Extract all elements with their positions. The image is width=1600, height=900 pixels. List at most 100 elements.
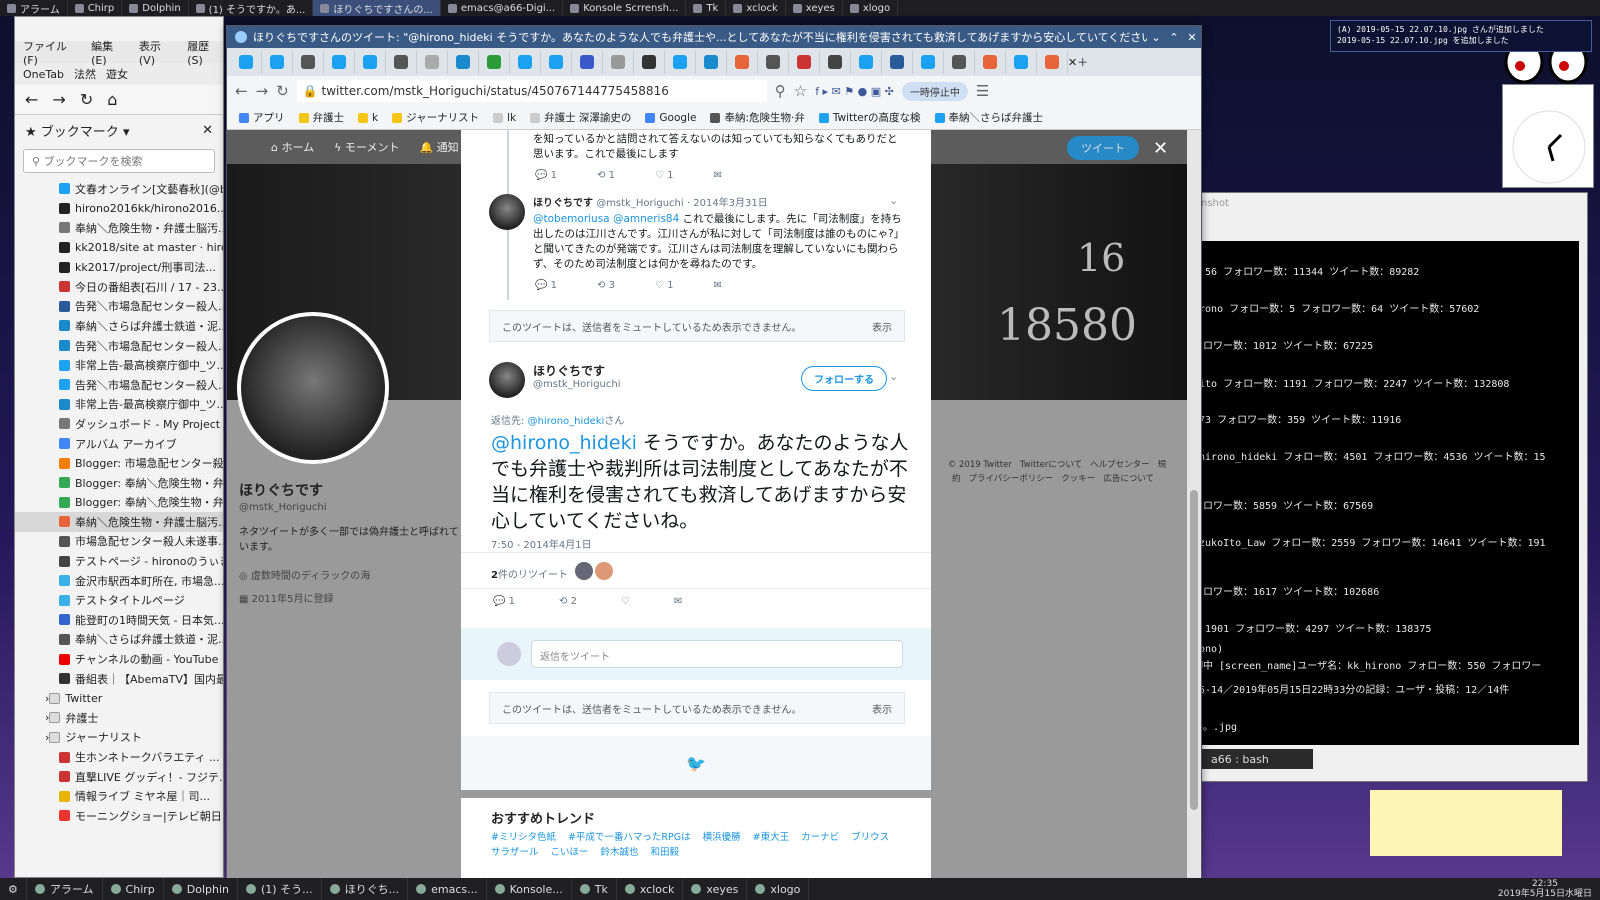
bookmark-search-input[interactable]: ⚲ ブックマークを検索: [23, 149, 215, 173]
retweeter-avatars[interactable]: [575, 562, 613, 580]
bookmark-item[interactable]: kk2017/project/刑事司法...: [15, 257, 223, 277]
bookmark-folder[interactable]: › ジャーナリスト: [15, 728, 223, 748]
konsole-window[interactable]: nshot : 56 フォロワー数：11344 ツイート数：89282 irono…: [1180, 192, 1588, 782]
taskbar-task[interactable]: (1) そう...: [238, 878, 322, 900]
bookmark-item[interactable]: Blogger: 奉納＼危険生物・弁: [15, 473, 223, 493]
back-icon[interactable]: ←: [25, 90, 38, 109]
message-icon[interactable]: ✉: [674, 596, 682, 607]
browser-tab[interactable]: [944, 50, 975, 74]
window-titlebar[interactable]: ほりぐちですさんのツイート: "@hirono_hideki そうですか。あなた…: [227, 26, 1201, 48]
top-task[interactable]: xlogo: [843, 0, 899, 16]
bookmark-item[interactable]: Twitterの高度な検: [818, 110, 921, 125]
tweet-timestamp[interactable]: 7:50 - 2014年4月1日: [491, 536, 592, 551]
reply-to-link[interactable]: @hirono_hideki: [528, 416, 605, 427]
taskbar-task[interactable]: ほりぐち...: [322, 878, 409, 900]
nav-moments[interactable]: ϟ モーメント: [334, 139, 399, 155]
browser-tab[interactable]: [1006, 50, 1037, 74]
close-tab-icon[interactable]: ✕: [1068, 56, 1077, 69]
browser-tab[interactable]: [727, 50, 758, 74]
message-icon[interactable]: ✉: [713, 170, 721, 181]
start-menu-icon[interactable]: ⚙: [0, 878, 27, 900]
trend-link[interactable]: カーナビ: [801, 830, 839, 845]
browser-tab[interactable]: [1037, 50, 1068, 74]
footer-link[interactable]: 広告について: [1103, 474, 1154, 484]
bookmark-item[interactable]: Google: [645, 112, 696, 124]
bookmark-item[interactable]: 生ホンネトークバラエティ ...: [15, 747, 223, 767]
nav-home[interactable]: ⌂ ホーム: [271, 139, 314, 155]
trend-link[interactable]: 横浜優勝: [703, 830, 741, 845]
avatar[interactable]: [489, 194, 525, 230]
extensions-icon[interactable]: f ▸ ✉ ⚑ ● ▣ ✣: [815, 85, 894, 98]
bookmark-item[interactable]: 直撃LIVE グッディ！- フジテ...: [15, 767, 223, 787]
retweet-icon[interactable]: ⟲ 2: [559, 596, 577, 607]
bookmark-item[interactable]: 奉納＼さらば弁護士: [934, 110, 1043, 125]
browser-tab[interactable]: [913, 50, 944, 74]
like-icon[interactable]: ♡ 1: [655, 170, 674, 181]
scrollbar-thumb[interactable]: [1190, 490, 1198, 810]
taskbar-task[interactable]: Dolphin: [164, 878, 239, 900]
reply-tweet[interactable]: ほりぐちです @mstk_Horiguchi · 2014年3月31日 @tob…: [533, 194, 905, 272]
browser-tab[interactable]: [975, 50, 1006, 74]
footer-link[interactable]: ヘルプセンター: [1090, 460, 1150, 470]
avatar[interactable]: [575, 562, 593, 580]
address-bar[interactable]: 🔒 twitter.com/mstk_Horiguchi/status/4507…: [296, 80, 767, 102]
reload-icon[interactable]: ↻: [80, 90, 93, 109]
sidebar-title[interactable]: ブックマーク: [41, 125, 119, 140]
sync-paused-badge[interactable]: 一時停止中: [901, 81, 968, 101]
chevron-down-icon[interactable]: ⌄: [889, 194, 898, 207]
like-icon[interactable]: ♡: [621, 596, 630, 607]
close-icon[interactable]: ✕: [1183, 31, 1201, 44]
bookmark-item[interactable]: 非常上告-最高検察庁御中_ツ...: [15, 355, 223, 375]
taskbar-task[interactable]: Konsole...: [487, 878, 572, 900]
bookmark-item[interactable]: 能登町の1時間天気 - 日本気...: [15, 610, 223, 630]
close-icon[interactable]: ✕: [202, 123, 213, 138]
browser-tab[interactable]: [510, 50, 541, 74]
taskbar-task[interactable]: アラーム: [27, 878, 103, 900]
home-icon[interactable]: ⌂: [107, 90, 117, 109]
browser-tab[interactable]: [262, 50, 293, 74]
terminal-tab[interactable]: a66 : bash: [1193, 749, 1313, 769]
profile-handle[interactable]: @mstk_Horiguchi: [239, 502, 459, 513]
retweet-icon[interactable]: ⟲ 3: [597, 280, 615, 291]
bookmark-item[interactable]: チャンネルの動画 - YouTube ...: [15, 649, 223, 669]
like-icon[interactable]: ♡ 1: [655, 280, 674, 291]
browser-tab[interactable]: [603, 50, 634, 74]
forward-icon[interactable]: →: [256, 82, 269, 100]
bookmark-item[interactable]: テストタイトルページ: [15, 590, 223, 610]
bookmark-item[interactable]: モーニングショー|テレビ朝日: [15, 806, 223, 826]
taskbar-clock[interactable]: 22:35 2019年5月15日水曜日: [1490, 879, 1600, 899]
reply-icon[interactable]: 💬 1: [535, 170, 557, 181]
minimize-icon[interactable]: ⌄: [1147, 31, 1165, 44]
page-scrollbar[interactable]: [1187, 130, 1201, 878]
browser-tab[interactable]: [665, 50, 696, 74]
firefox-tab[interactable]: OneTab: [23, 68, 64, 81]
browser-tab[interactable]: [479, 50, 510, 74]
browser-tab[interactable]: [696, 50, 727, 74]
taskbar-task[interactable]: xeyes: [683, 878, 748, 900]
top-task[interactable]: Konsole Scrrensh...: [563, 0, 687, 16]
bookmark-item[interactable]: 金沢市駅西本町所在, 市場急...: [15, 571, 223, 591]
close-icon[interactable]: ✕: [1153, 138, 1168, 159]
chevron-down-icon[interactable]: ⌄: [889, 370, 898, 383]
taskbar-task[interactable]: xlogo: [747, 878, 810, 900]
menu-item[interactable]: ファイル(F): [23, 38, 79, 67]
bookmark-item[interactable]: テストページ - hironoのうぃき: [15, 551, 223, 571]
trend-link[interactable]: 鈴木誠也: [601, 845, 639, 860]
bookmark-item[interactable]: 奉納＼さらば弁護士鉄道・泥...: [15, 316, 223, 336]
bookmark-star-icon[interactable]: ☆: [794, 82, 807, 100]
trend-link[interactable]: #東大王: [753, 830, 789, 845]
footer-link[interactable]: クッキー: [1061, 474, 1095, 484]
trend-link[interactable]: ブリウス: [851, 830, 889, 845]
footer-link[interactable]: © 2019 Twitter: [948, 460, 1012, 470]
main-tweet-author[interactable]: ほりぐちです @mstk_Horiguchi: [533, 362, 621, 390]
bookmark-item[interactable]: 告発＼市場急配センター殺人...: [15, 336, 223, 356]
profile-avatar[interactable]: [237, 312, 389, 464]
browser-tab[interactable]: [448, 50, 479, 74]
menu-item[interactable]: 編集(E): [91, 38, 127, 67]
bookmark-item[interactable]: Blogger: 奉納＼危険生物・弁: [15, 493, 223, 513]
nav-notifications[interactable]: 🔔 通知: [419, 139, 458, 155]
bookmark-item[interactable]: アルバム アーカイブ: [15, 434, 223, 454]
top-task[interactable]: Tk: [686, 0, 727, 16]
browser-tab[interactable]: [634, 50, 665, 74]
reply-icon[interactable]: 💬 1: [535, 280, 557, 291]
